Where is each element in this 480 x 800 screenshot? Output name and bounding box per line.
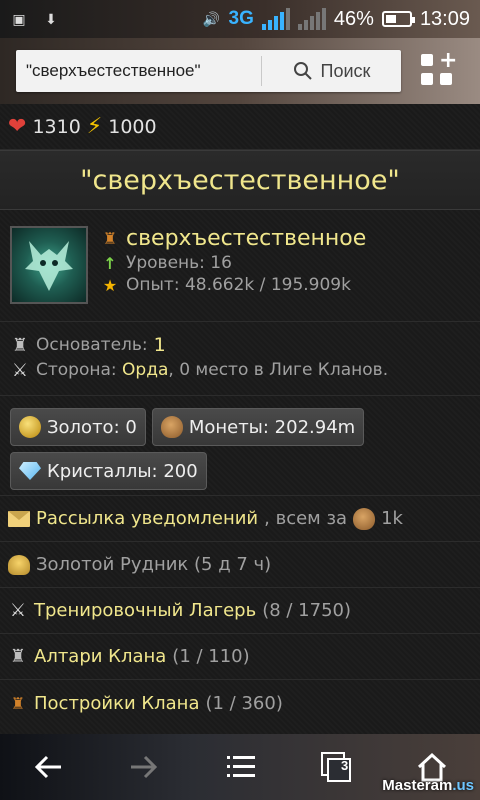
lightning-icon: ⚡: [86, 113, 103, 139]
crystal-icon: [19, 462, 41, 480]
menu-item-clan-altars[interactable]: ♜ Алтари Клана (1 / 110): [0, 634, 480, 680]
search-input[interactable]: "сверхъестественное": [16, 50, 261, 92]
clan-wallet: Золото: 0 Монеты: 202.94m Кристаллы: 200: [0, 396, 480, 496]
menu-item-label: Тренировочный Лагерь: [34, 600, 257, 621]
side-rank: , 0 место в Лиге Кланов.: [168, 360, 389, 380]
gold-coin-icon: [19, 416, 41, 438]
coins-label: Монеты: 202.94m: [188, 416, 356, 438]
crossed-swords-icon: ⚔: [9, 600, 27, 621]
plus-icon: +: [439, 48, 458, 73]
menu-item-label: Алтари Клана: [34, 646, 167, 667]
status-bar: ▣ ⬇ 🔊 3G 46% 13:09: [0, 0, 480, 38]
crystals-button[interactable]: Кристаллы: 200: [10, 452, 207, 490]
browser-bottom-nav: 3 Masteram.us: [0, 734, 480, 800]
gold-button[interactable]: Золото: 0: [10, 408, 146, 446]
apps-add-button[interactable]: +: [421, 48, 457, 88]
browser-header: "сверхъестественное" Поиск +: [0, 38, 480, 104]
statue-icon: ♜: [9, 646, 27, 667]
tower-icon: ♜: [10, 693, 26, 713]
heart-icon: ❤: [8, 113, 27, 139]
menu-item-extra: , всем за: [264, 508, 348, 529]
menu-item-extra: (1 / 110): [172, 646, 250, 667]
menu-item-clan-buildings[interactable]: ♜ Постройки Клана (1 / 360): [0, 680, 480, 726]
watermark: Masteram.us: [382, 777, 474, 794]
clock: 13:09: [419, 7, 470, 30]
crystals-label: Кристаллы: 200: [47, 460, 198, 482]
tabs-button[interactable]: 3: [306, 742, 366, 792]
search-box: "сверхъестественное" Поиск: [16, 50, 401, 92]
page-content: ❤ 1310 ⚡ 1000 "сверхъестественное" ♜ све…: [0, 104, 480, 734]
resources-bar: ❤ 1310 ⚡ 1000: [0, 104, 480, 150]
menu-item-cost: 1k: [381, 508, 403, 529]
tabs-count: 3: [341, 758, 349, 773]
watermark-text: Masteram: [382, 777, 453, 794]
forward-button[interactable]: [114, 742, 174, 792]
battery-icon: [381, 11, 415, 27]
menu-item-training-camp[interactable]: ⚔ Тренировочный Лагерь (8 / 1750): [0, 588, 480, 634]
search-button[interactable]: Поиск: [262, 61, 401, 82]
money-bag-icon: [160, 416, 183, 438]
menu-item-label: Рассылка уведомлений: [36, 508, 259, 529]
helmet-icon: [8, 554, 30, 575]
clan-emblem[interactable]: [10, 226, 88, 304]
founder-label: Основатель:: [36, 335, 148, 355]
volume-icon: 🔊: [202, 10, 221, 27]
clan-level: Уровень: 16: [126, 253, 232, 273]
forward-arrow-icon: [131, 755, 158, 779]
menu-lines-icon: [227, 756, 255, 777]
envelope-icon: [8, 510, 30, 527]
tower-icon: ♜: [102, 229, 118, 248]
star-icon: ★: [102, 275, 118, 295]
back-arrow-icon: [34, 755, 61, 779]
menu-item-label: Постройки Клана: [34, 692, 200, 714]
gallery-icon: ▣: [12, 10, 26, 27]
signal-strength-2-icon: [297, 8, 326, 30]
level-up-arrow-icon: ↑: [103, 253, 117, 273]
statue-icon: ♜: [11, 334, 29, 356]
menu-item-extra: (8 / 1750): [262, 600, 352, 621]
crossed-swords-icon: ⚔: [11, 359, 29, 381]
search-icon: [293, 62, 312, 80]
gold-label: Золото: 0: [47, 416, 137, 438]
battery-percent: 46%: [333, 7, 374, 30]
menu-item-gold-mine[interactable]: Золотой Рудник (5 д 7 ч): [0, 542, 480, 588]
skull-emblem-icon: [25, 241, 73, 291]
clan-card: ♜ сверхъестественное ↑ Уровень: 16 ★ Опы…: [0, 210, 480, 322]
menu-item-extra: (1 / 360): [205, 692, 283, 714]
health-value: 1310: [32, 115, 81, 138]
side-value[interactable]: Орда: [122, 360, 168, 380]
watermark-domain: .us: [452, 777, 474, 794]
founder-link[interactable]: 1: [154, 334, 166, 356]
signal-strength-icon: [261, 8, 290, 30]
back-button[interactable]: [18, 742, 78, 792]
clan-experience: Опыт: 48.662k / 195.909k: [126, 275, 351, 295]
clan-details: ♜ Основатель: 1 ⚔ Сторона: Орда, 0 место…: [0, 322, 480, 396]
network-type: 3G: [228, 8, 254, 29]
side-label: Сторона:: [36, 360, 117, 380]
menu-item-notifications[interactable]: Рассылка уведомлений, всем за 1k: [0, 496, 480, 542]
menu-item-label: Золотой Рудник (5 д 7 ч): [36, 554, 272, 575]
coins-button[interactable]: Монеты: 202.94m: [151, 408, 365, 446]
download-icon: ⬇: [45, 10, 57, 27]
search-button-label: Поиск: [320, 60, 371, 81]
menu-button[interactable]: [210, 742, 270, 792]
energy-value: 1000: [108, 115, 157, 138]
clan-name: сверхъестественное: [126, 226, 367, 251]
page-title: "сверхъестественное": [0, 150, 480, 210]
money-bag-icon: [353, 507, 376, 530]
